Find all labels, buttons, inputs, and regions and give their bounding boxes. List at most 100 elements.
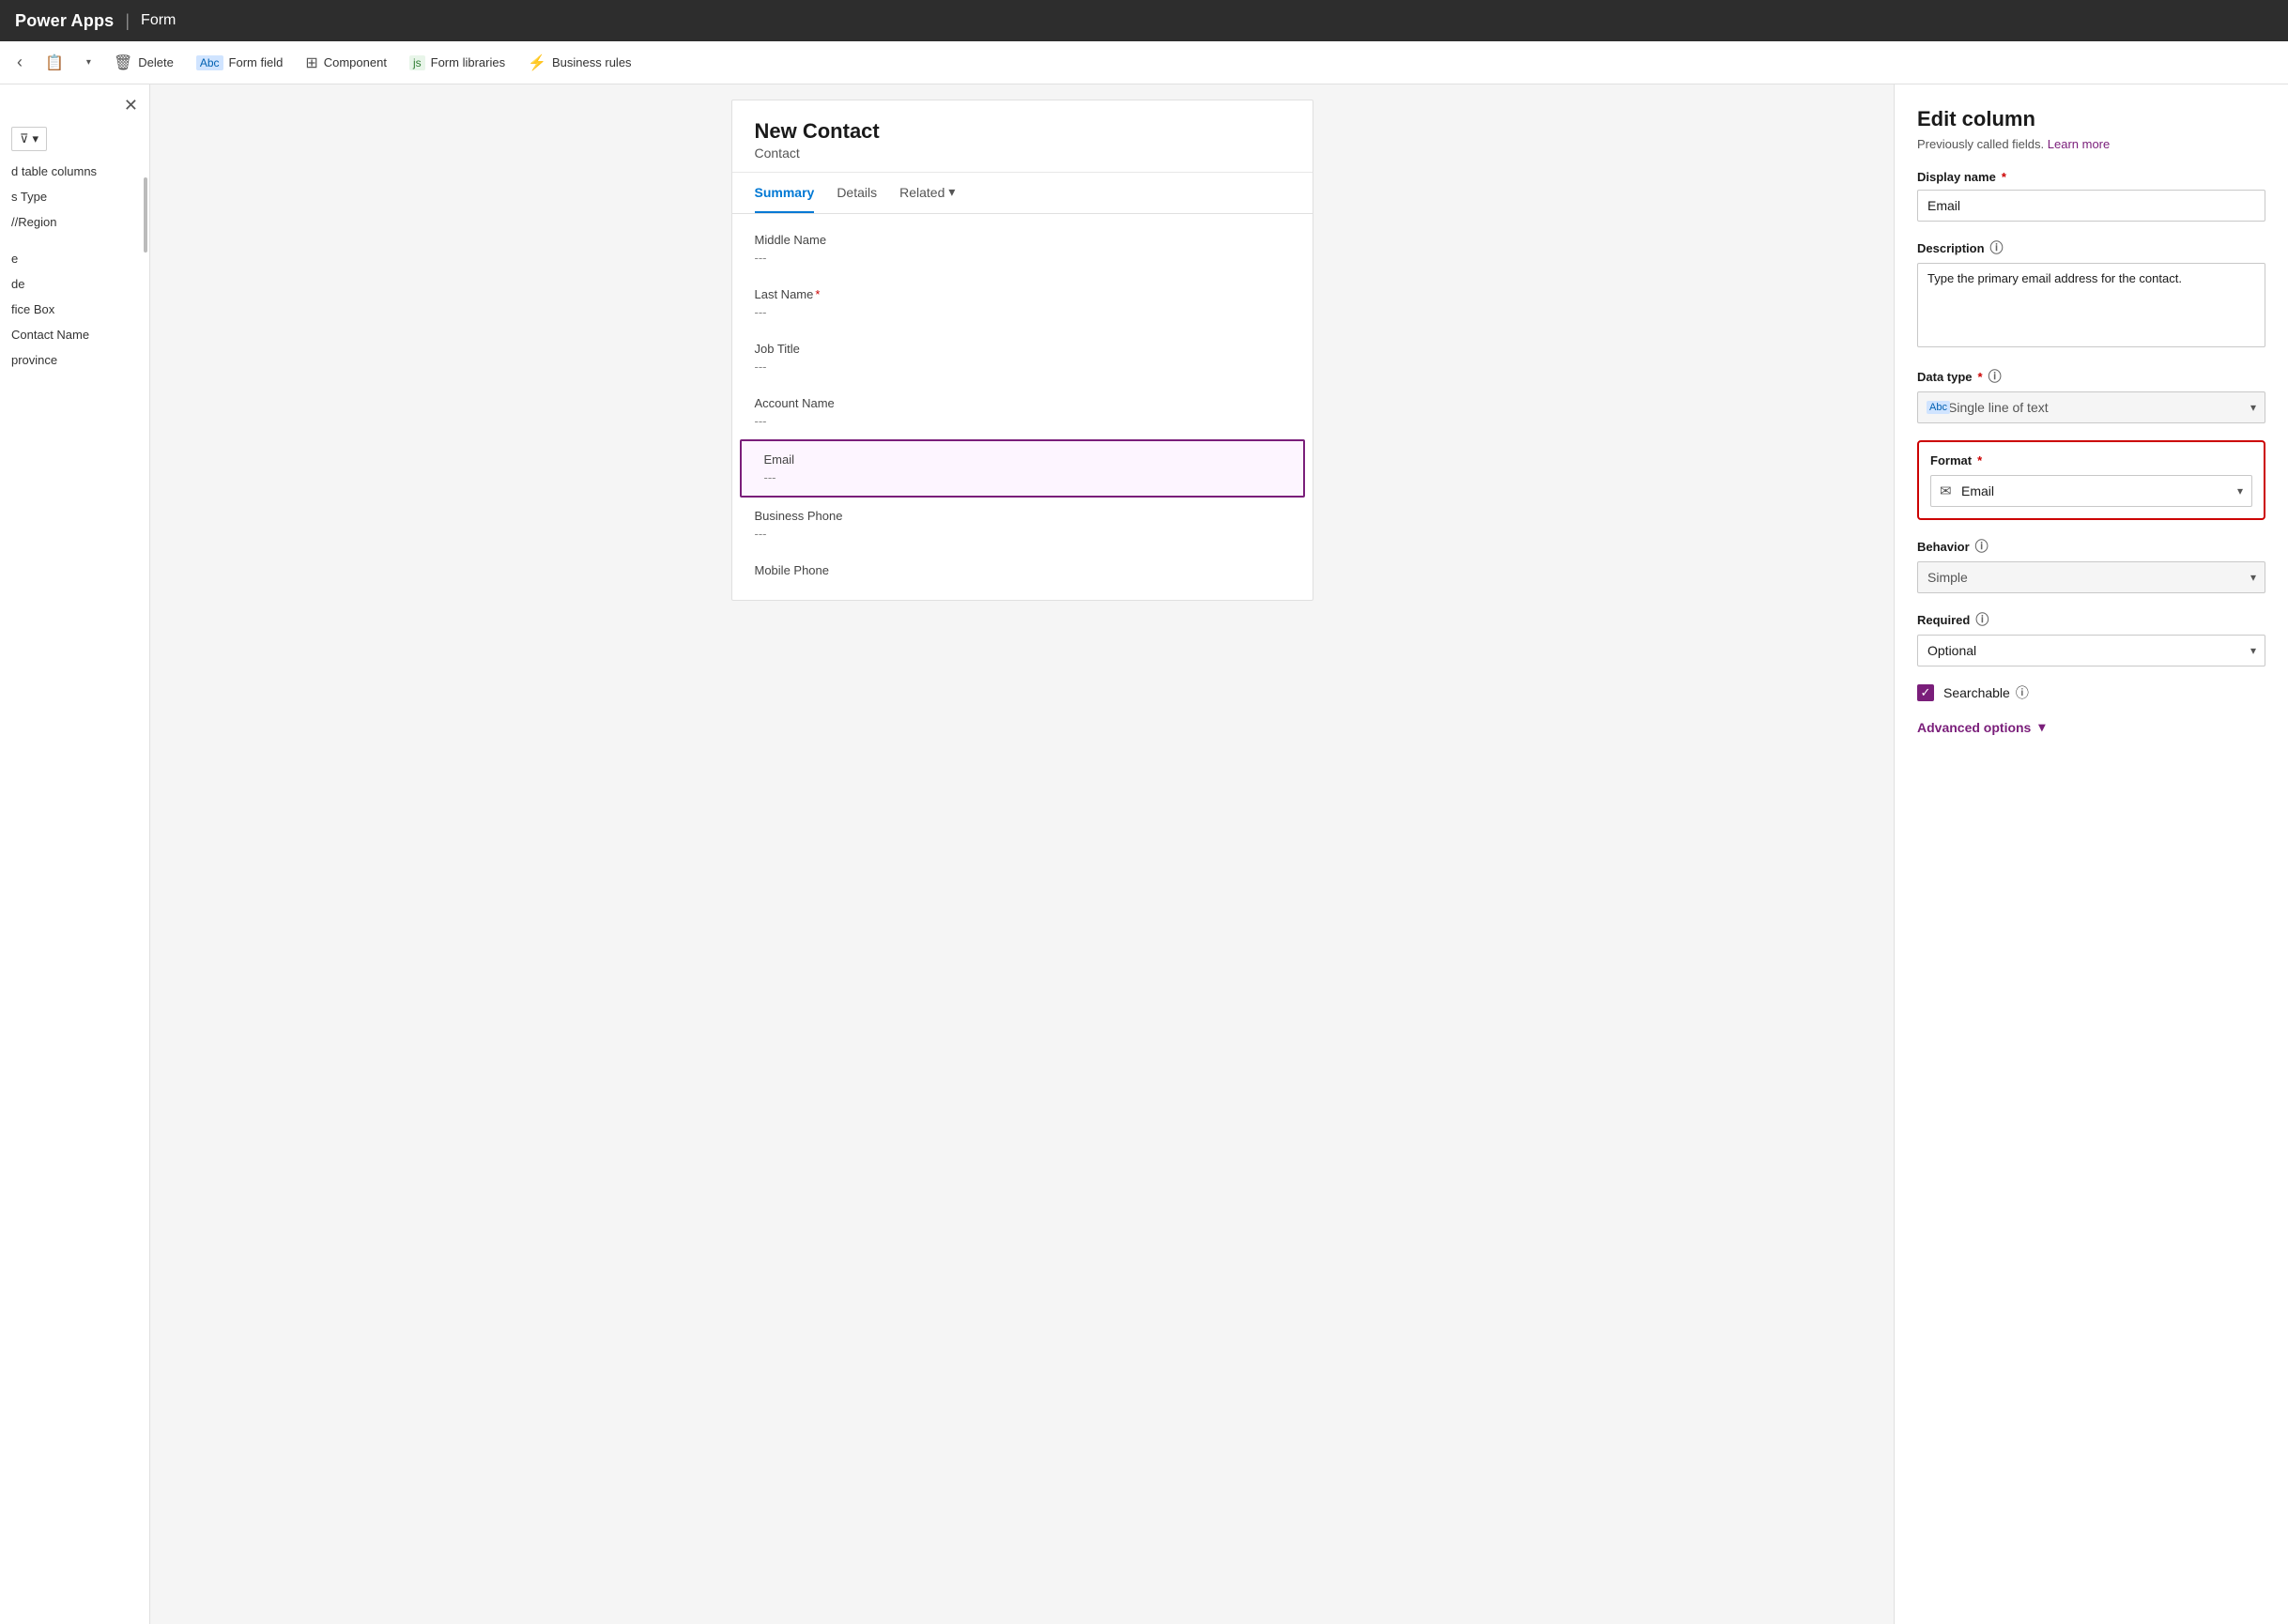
sidebar-item-3[interactable] [0, 235, 149, 246]
field-business-phone[interactable]: Business Phone --- [732, 498, 1313, 552]
sidebar-item-2[interactable]: //Region [0, 209, 149, 235]
data-type-required-star: * [1978, 370, 1983, 384]
sidebar-item-label-7: Contact Name [11, 328, 89, 342]
sidebar-item-7[interactable]: Contact Name [0, 322, 149, 347]
field-last-name[interactable]: Last Name --- [732, 276, 1313, 330]
data-type-label: Data type * ⓘ [1917, 367, 2265, 386]
panel-title: Edit column [1917, 107, 2265, 131]
searchable-checkbox[interactable]: ✓ [1917, 684, 1934, 701]
businessrules-label: Business rules [552, 55, 632, 69]
panel-subtitle-text: Previously called fields. [1917, 137, 2044, 151]
behavior-group: Behavior ⓘ Simple ▾ [1917, 537, 2265, 593]
ribbon-component-button[interactable]: ⊞ Component [296, 48, 396, 78]
format-select-wrapper: ✉ Email ▾ [1930, 475, 2252, 507]
description-textarea[interactable]: Type the primary email address for the c… [1917, 263, 2265, 347]
field-mobile-phone[interactable]: Mobile Phone [732, 552, 1313, 592]
ribbon-back-button[interactable]: ‹ [8, 47, 32, 78]
edit-column-panel: Edit column Previously called fields. Le… [1894, 84, 2288, 1624]
sidebar-item-0[interactable]: d table columns [0, 159, 149, 184]
required-info-icon[interactable]: ⓘ [1975, 610, 1989, 629]
sidebar-item-label-2: //Region [11, 215, 56, 229]
data-type-select-wrapper: Abc Single line of text ▾ [1917, 391, 2265, 423]
tab-details-label: Details [837, 185, 877, 200]
display-name-input[interactable] [1917, 190, 2265, 222]
format-select[interactable]: Email [1930, 475, 2252, 507]
sidebar-item-8[interactable]: province [0, 347, 149, 373]
tab-summary[interactable]: Summary [755, 174, 815, 213]
ribbon-formfield-button[interactable]: Abc Form field [187, 50, 292, 76]
dropdown-chevron-icon: ▾ [86, 57, 91, 68]
form-header: New Contact Contact [732, 100, 1313, 173]
data-type-info-icon[interactable]: ⓘ [1989, 367, 2002, 386]
field-account-name[interactable]: Account Name --- [732, 385, 1313, 439]
formfield-icon: Abc [196, 55, 223, 70]
sidebar-item-label-6: fice Box [11, 302, 54, 316]
sidebar: ✕ ⊽ ▾ d table columns s Type //Region [0, 84, 150, 1624]
ribbon-formlibraries-button[interactable]: js Form libraries [400, 50, 514, 76]
advanced-options-row[interactable]: Advanced options ▾ [1917, 719, 2265, 735]
ribbon-copy-button[interactable]: 📋 [36, 48, 73, 78]
topbar: Power Apps | Form [0, 0, 2288, 41]
searchable-info-icon[interactable]: ⓘ [2016, 683, 2029, 702]
form-container: New Contact Contact Summary Details Rela… [731, 100, 1313, 601]
sidebar-item-1[interactable]: s Type [0, 184, 149, 209]
component-icon: ⊞ [305, 54, 317, 72]
format-required-star: * [1977, 453, 1982, 467]
display-name-required-star: * [2002, 170, 2006, 184]
sidebar-item-label-0: d table columns [11, 164, 97, 178]
searchable-row: ✓ Searchable ⓘ [1917, 683, 2265, 702]
field-value-business-phone: --- [755, 527, 1290, 541]
sidebar-filter-button[interactable]: ⊽ ▾ [11, 127, 47, 151]
field-label-account-name: Account Name [755, 396, 1290, 410]
learn-more-link[interactable]: Learn more [2048, 137, 2110, 151]
sidebar-item-label-5: de [11, 277, 24, 291]
sidebar-item-6[interactable]: fice Box [0, 297, 149, 322]
sidebar-item-4[interactable]: e [0, 246, 149, 271]
field-middle-name[interactable]: Middle Name --- [732, 222, 1313, 276]
app-name: Power Apps [15, 11, 114, 31]
data-type-group: Data type * ⓘ Abc Single line of text ▾ [1917, 367, 2265, 423]
ribbon-delete-button[interactable]: 🗑 Delete [104, 48, 183, 78]
form-title: New Contact [755, 119, 1290, 144]
sidebar-close-button[interactable]: ✕ [124, 96, 138, 115]
ribbon: ‹ 📋 ▾ 🗑 Delete Abc Form field ⊞ Componen… [0, 41, 2288, 84]
form-subtitle: Contact [755, 146, 1290, 161]
formlibraries-icon: js [409, 55, 425, 70]
field-value-last-name: --- [755, 305, 1290, 319]
delete-label: Delete [138, 55, 174, 69]
tab-related-label: Related [899, 185, 944, 200]
format-section: Format * ✉ Email ▾ [1917, 440, 2265, 520]
description-group: Description ⓘ Type the primary email add… [1917, 238, 2265, 350]
field-label-mobile-phone: Mobile Phone [755, 563, 1290, 577]
ribbon-dropdown-button[interactable]: ▾ [77, 52, 100, 73]
data-type-select[interactable]: Single line of text [1917, 391, 2265, 423]
sidebar-scroll-area[interactable]: d table columns s Type //Region e de fic… [0, 159, 149, 1624]
behavior-info-icon[interactable]: ⓘ [1975, 537, 1989, 556]
tab-details[interactable]: Details [837, 174, 877, 213]
main-content: New Contact Contact Summary Details Rela… [150, 84, 1894, 1624]
field-value-middle-name: --- [755, 251, 1290, 265]
field-label-middle-name: Middle Name [755, 233, 1290, 247]
display-name-group: Display name * [1917, 170, 2265, 222]
tab-related[interactable]: Related ▾ [899, 173, 955, 213]
sidebar-item-5[interactable]: de [0, 271, 149, 297]
sidebar-filter-area: ⊽ ▾ [0, 123, 149, 159]
sidebar-scrollbar-track [142, 159, 147, 1624]
required-select[interactable]: Optional [1917, 635, 2265, 666]
ribbon-businessrules-button[interactable]: ⚡ Business rules [518, 48, 640, 78]
field-email[interactable]: Email --- [740, 439, 1305, 498]
sidebar-close-area: ✕ [0, 92, 149, 123]
field-job-title[interactable]: Job Title --- [732, 330, 1313, 385]
display-name-label: Display name * [1917, 170, 2265, 184]
behavior-select-wrapper: Simple ▾ [1917, 561, 2265, 593]
behavior-select[interactable]: Simple [1917, 561, 2265, 593]
filter-icon: ⊽ [20, 131, 29, 146]
description-info-icon[interactable]: ⓘ [1990, 238, 2004, 257]
formfield-label: Form field [229, 55, 284, 69]
required-select-wrapper: Optional ▾ [1917, 635, 2265, 666]
form-tabs: Summary Details Related ▾ [732, 173, 1313, 214]
delete-icon: 🗑 [114, 54, 132, 72]
panel-subtitle: Previously called fields. Learn more [1917, 137, 2265, 151]
behavior-label: Behavior ⓘ [1917, 537, 2265, 556]
filter-chevron-icon: ▾ [33, 131, 39, 146]
